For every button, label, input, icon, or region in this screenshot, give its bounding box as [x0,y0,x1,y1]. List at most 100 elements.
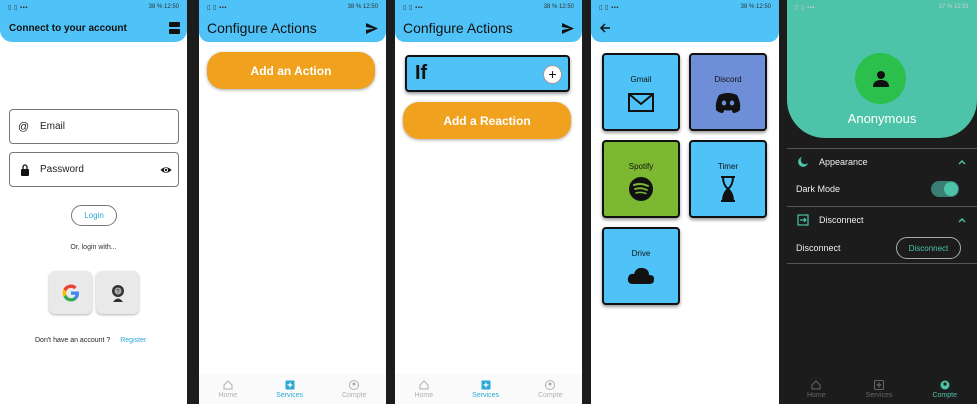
nav-services[interactable]: Services [865,379,893,399]
service-tile-timer[interactable]: Timer [689,140,767,218]
logout-icon [797,213,809,226]
toggle-knob [944,182,958,196]
svg-text:?: ? [116,289,119,295]
back-arrow-icon[interactable] [599,22,611,34]
dark-mode-toggle[interactable] [931,181,959,197]
services-icon [481,380,491,389]
page-title: Configure Actions [207,20,317,36]
google-icon [62,284,79,301]
battery-level: 38 % [740,4,755,10]
clock: 12:50 [558,4,574,10]
register-link[interactable]: Register [120,337,146,344]
spotify-icon [629,177,653,201]
bottom-nav: Home Services Compte [199,374,386,404]
service-name: Drive [631,249,651,258]
clock: 12:50 [362,4,378,10]
appearance-label: Appearance [819,156,868,167]
clock: 12:50 [163,4,179,10]
status-left: ▯ ▯ ▪▪▪ [795,4,815,11]
services-icon [285,380,295,389]
configure-app-bar: ▯ ▯ ▪▪▪ 38 % 12:50 Configure Actions [395,0,582,42]
battery-level: 37 % [938,4,953,10]
nav-account[interactable]: Compte [932,380,957,399]
avatar [855,53,906,104]
page-title: Configure Actions [403,20,513,36]
nav-home[interactable]: Home [807,379,826,399]
password-placeholder: Password [40,164,84,175]
nav-services[interactable]: Services [472,380,499,399]
login-screen: ▯ ▯ ▪▪▪ 38 % 12:50 Connect to your accou… [0,0,187,404]
nav-services-label: Services [865,391,893,399]
email-placeholder: Email [40,121,66,132]
configure-screen: ▯ ▯ ▪▪▪ 38 % 12:50 Configure Actions Add… [199,0,386,404]
menu-icon[interactable] [169,22,180,34]
username: Anonymous [847,111,917,126]
service-tile-gmail[interactable]: Gmail [602,53,680,131]
home-icon [419,379,429,389]
services-screen: ▯ ▯ ▪▪▪ 38 % 12:50 Gmail Discord Spotify [591,0,779,404]
bottom-nav: Home Services Compte [787,374,977,404]
eye-icon[interactable] [160,164,172,176]
configure-if-screen: ▯ ▯ ▪▪▪ 38 % 12:50 Configure Actions If … [395,0,582,404]
service-name: Discord [714,75,742,84]
chevron-up-icon [958,160,966,165]
service-tile-discord[interactable]: Discord [689,53,767,131]
home-icon [811,379,821,389]
nav-services-label: Services [276,391,303,399]
clock: 12:50 [755,4,771,10]
send-icon[interactable] [366,23,378,34]
if-block[interactable]: If + [405,55,570,92]
status-left: ▯ ▯ ▪▪▪ [8,4,28,11]
nav-account[interactable]: Compte [341,379,367,399]
nav-home[interactable]: Home [414,379,434,399]
service-name: Timer [717,162,739,171]
account-screen: ▯ ▯ ▪▪▪ 37 % 12:51 Anonymous Appearance … [787,0,977,404]
bottom-nav: Home Services Compte [395,374,582,404]
add-reaction-button[interactable]: Add a Reaction [403,102,571,139]
discord-icon [715,93,741,113]
add-action-button[interactable]: Add an Action [207,52,375,89]
password-field[interactable]: Password [9,152,179,187]
service-name: Gmail [630,75,652,84]
appearance-section-header[interactable]: Appearance [787,148,977,174]
nav-account[interactable]: Compte [537,379,563,399]
divider [787,263,977,264]
status-bar: ▯ ▯ ▪▪▪ 38 % 12:50 [0,0,187,14]
clock: 12:51 [953,4,969,10]
login-button[interactable]: Login [71,205,117,226]
nav-home-label: Home [218,391,238,399]
services-app-bar: ▯ ▯ ▪▪▪ 38 % 12:50 [591,0,779,42]
service-name: Spotify [628,162,654,171]
nav-account-label: Compte [932,391,957,399]
nav-account-label: Compte [537,391,563,399]
lock-icon [21,163,29,176]
send-icon[interactable] [562,23,574,34]
or-login-text: Or, login with... [70,244,117,251]
no-account-text: Don't have an account ? [35,337,111,344]
nav-home-label: Home [414,391,434,399]
email-field[interactable]: @ Email [9,109,179,144]
status-left: ▯ ▯ ▪▪▪ [403,4,423,11]
add-icon[interactable]: + [543,65,562,84]
status-bar: ▯ ▯ ▪▪▪ 38 % 12:50 [395,0,582,14]
hourglass-icon [721,176,735,202]
person-icon [872,70,889,87]
disconnect-section-header[interactable]: Disconnect [787,206,977,232]
google-login-button[interactable] [49,271,92,314]
status-left: ▯ ▯ ▪▪▪ [207,4,227,11]
chevron-up-icon [958,218,966,223]
battery-level: 38 % [347,4,362,10]
nav-account-label: Compte [341,391,367,399]
account-icon [349,379,360,390]
status-bar: ▯ ▯ ▪▪▪ 37 % 12:51 [787,0,977,14]
status-bar: ▯ ▯ ▪▪▪ 38 % 12:50 [199,0,386,14]
nav-services-label: Services [472,391,499,399]
alt-login-button[interactable]: ? [96,271,139,314]
nav-services[interactable]: Services [276,380,303,399]
disconnect-button[interactable]: Disconnect [896,237,961,259]
profile-header: ▯ ▯ ▪▪▪ 37 % 12:51 Anonymous [787,0,977,138]
nav-home[interactable]: Home [218,379,238,399]
at-icon: @ [18,120,30,133]
service-tile-spotify[interactable]: Spotify [602,140,680,218]
service-tile-drive[interactable]: Drive [602,227,680,305]
